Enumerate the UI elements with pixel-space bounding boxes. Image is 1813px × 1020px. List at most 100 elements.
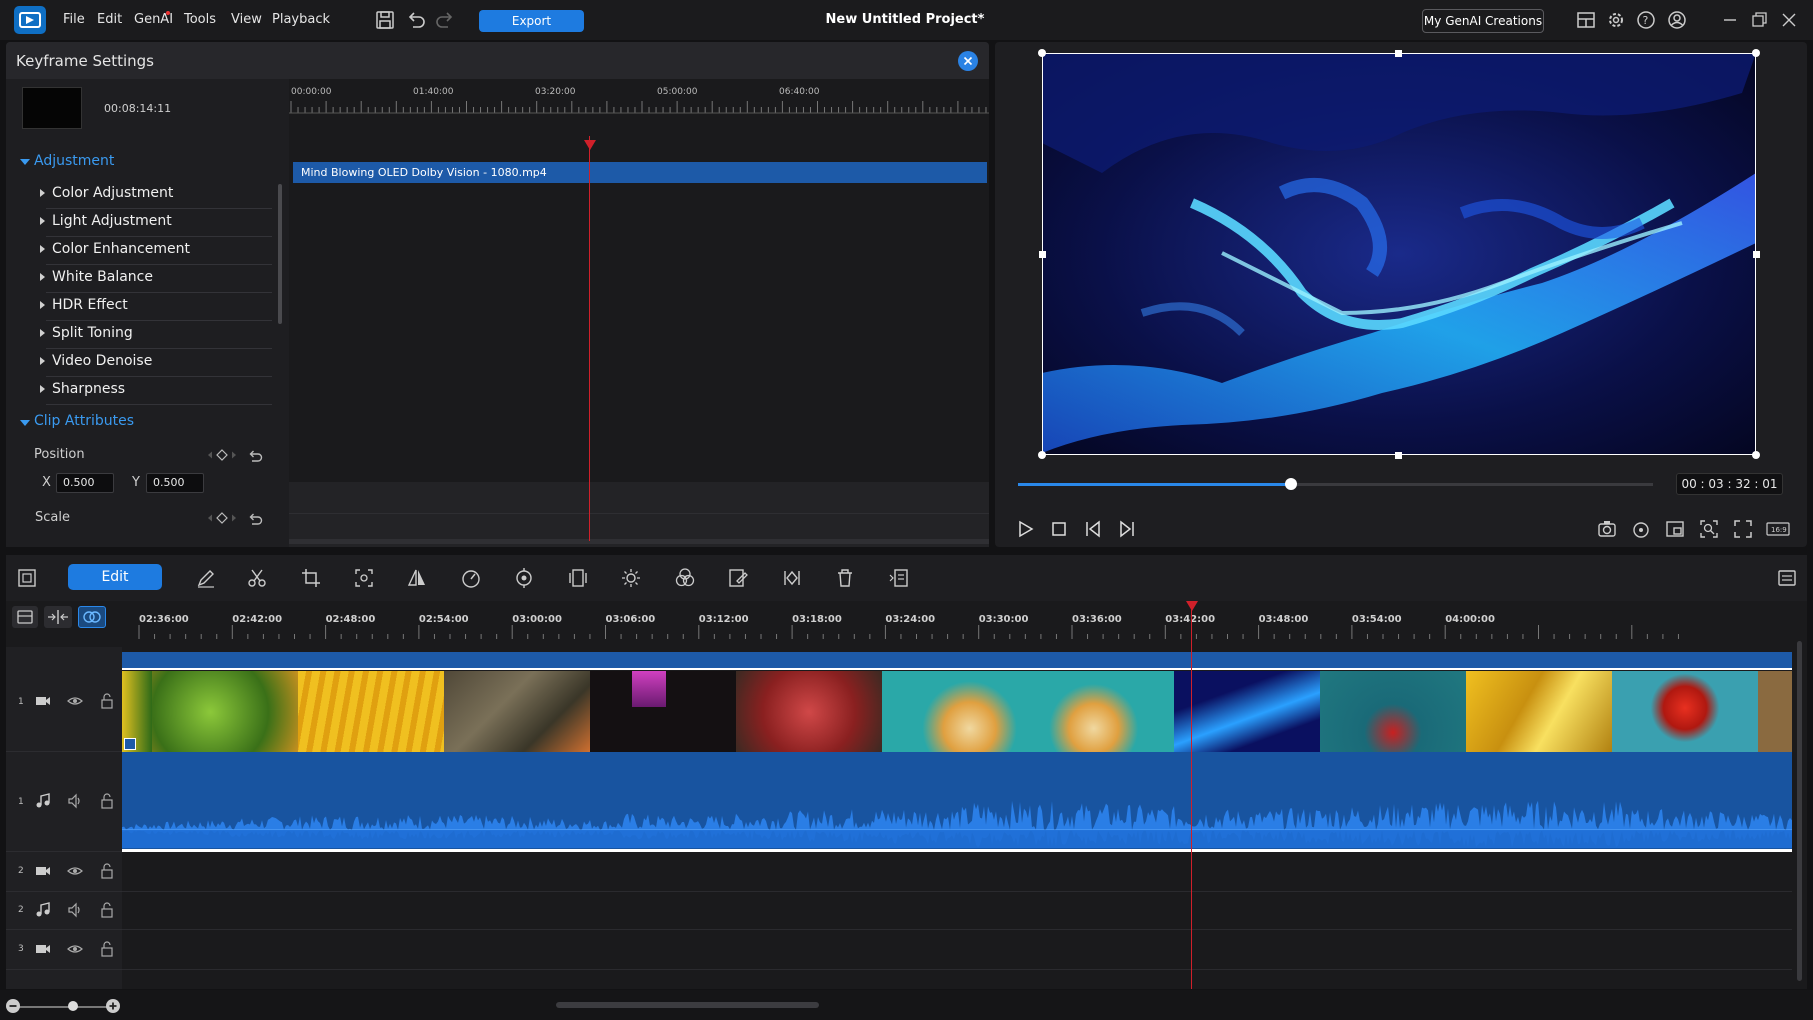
track-lock-icon[interactable] xyxy=(98,792,116,810)
clip-thumbnail[interactable] xyxy=(882,671,1028,753)
transform-bounding-box[interactable] xyxy=(1042,53,1756,455)
keyframe-timeline[interactable]: 00:00:00 01:40:00 03:20:00 05:00:00 06:40:00… xyxy=(289,79,989,547)
seek-knob[interactable] xyxy=(1285,478,1298,490)
keyframe-icon[interactable] xyxy=(781,567,803,589)
ai-crop-icon[interactable] xyxy=(353,567,375,589)
zoom-slider[interactable] xyxy=(14,1006,114,1008)
tool-panel-toggle-icon[interactable] xyxy=(16,567,38,589)
resize-handle-right[interactable] xyxy=(1753,251,1760,258)
keyframe-playhead-marker[interactable] xyxy=(584,140,596,150)
resize-handle-top-left[interactable] xyxy=(1038,49,1046,57)
adj-color-adjustment[interactable]: Color Adjustment xyxy=(40,181,272,209)
clip-thumbnail[interactable] xyxy=(590,671,736,753)
resize-handle-top-right[interactable] xyxy=(1752,49,1760,57)
adj-color-enhancement[interactable]: Color Enhancement xyxy=(40,237,272,265)
timeline-playhead-marker[interactable] xyxy=(1186,601,1198,611)
snapshot-camera-icon[interactable] xyxy=(1596,518,1618,540)
resize-handle-bottom-right[interactable] xyxy=(1752,451,1760,459)
zoom-knob[interactable] xyxy=(68,1001,78,1011)
my-genai-creations-button[interactable]: My GenAI Creations xyxy=(1422,9,1544,33)
display-mode-icon[interactable] xyxy=(1664,518,1686,540)
snap-icon[interactable] xyxy=(44,606,72,628)
play-icon[interactable] xyxy=(1014,518,1036,540)
flip-icon[interactable] xyxy=(406,567,428,589)
restore-icon[interactable] xyxy=(1748,9,1770,31)
minimize-icon[interactable] xyxy=(1719,9,1741,31)
redo-icon[interactable] xyxy=(434,9,456,31)
adjustment-collapse-icon[interactable] xyxy=(20,159,30,165)
resize-handle-top[interactable] xyxy=(1395,50,1402,57)
audio-track-1-clip[interactable] xyxy=(122,752,1792,852)
adj-white-balance[interactable]: White Balance xyxy=(40,265,272,293)
color-circles-icon[interactable] xyxy=(674,567,696,589)
track-mute-speaker-icon[interactable] xyxy=(66,792,84,810)
clip-thumbnail[interactable] xyxy=(298,671,444,753)
adj-video-denoise[interactable]: Video Denoise xyxy=(40,349,272,377)
timeline-h-scrollbar[interactable] xyxy=(556,1002,819,1008)
position-x-field[interactable]: 0.500 xyxy=(56,473,114,493)
clip-thumbnail[interactable] xyxy=(1174,671,1320,753)
scale-keyframe-nav-icon[interactable] xyxy=(204,511,240,525)
motion-tracking-icon[interactable] xyxy=(513,567,535,589)
keyframe-close-icon[interactable] xyxy=(958,51,978,71)
scale-reset-icon[interactable] xyxy=(246,509,264,527)
menu-tools[interactable]: Tools xyxy=(184,12,216,27)
track-visibility-eye-icon[interactable] xyxy=(66,692,84,710)
section-clip-attributes[interactable]: Clip Attributes xyxy=(34,413,134,429)
audio-track-2[interactable] xyxy=(122,892,1792,930)
adj-split-toning[interactable]: Split Toning xyxy=(40,321,272,349)
preview-quality-icon[interactable] xyxy=(1630,518,1652,540)
keyframe-playhead[interactable] xyxy=(589,136,590,541)
position-y-field[interactable]: 0.500 xyxy=(146,473,204,493)
track-mute-speaker-icon[interactable] xyxy=(66,901,84,919)
clip-thumbnail[interactable] xyxy=(1612,671,1758,753)
customize-toolbar-icon[interactable] xyxy=(1776,567,1798,589)
video-clip-header[interactable] xyxy=(122,652,1792,670)
track-lock-icon[interactable] xyxy=(98,901,116,919)
edit-button[interactable]: Edit xyxy=(68,564,162,590)
more-tools-icon[interactable] xyxy=(888,567,910,589)
help-icon[interactable]: ? xyxy=(1635,9,1657,31)
keyframe-h-scrollbar[interactable] xyxy=(289,539,989,544)
timeline-playhead[interactable] xyxy=(1191,601,1192,989)
clip-thumbnail[interactable] xyxy=(152,671,298,753)
clip-thumbnail[interactable] xyxy=(1028,671,1174,753)
resize-handle-bottom[interactable] xyxy=(1395,452,1402,459)
video-track-1[interactable] xyxy=(122,652,1792,753)
zoom-out-icon[interactable] xyxy=(6,999,20,1013)
position-reset-icon[interactable] xyxy=(246,446,264,464)
track-manager-icon[interactable] xyxy=(12,606,38,628)
keyframe-clip-bar[interactable]: Mind Blowing OLED Dolby Vision - 1080.mp… xyxy=(293,162,987,183)
video-track-3[interactable] xyxy=(122,930,1792,970)
clip-thumbnail[interactable] xyxy=(444,671,590,753)
section-adjustment[interactable]: Adjustment xyxy=(34,153,114,169)
track-lock-icon[interactable] xyxy=(98,940,116,958)
settings-gear-icon[interactable] xyxy=(1605,9,1627,31)
speed-gauge-icon[interactable] xyxy=(460,567,482,589)
clip-thumbnail[interactable] xyxy=(736,671,882,753)
clip-thumbnail[interactable] xyxy=(1466,671,1612,753)
stop-icon[interactable] xyxy=(1048,518,1070,540)
previous-frame-icon[interactable] xyxy=(1082,518,1104,540)
track-lock-icon[interactable] xyxy=(98,862,116,880)
stabilizer-icon[interactable] xyxy=(567,567,589,589)
link-audio-video-icon[interactable] xyxy=(78,606,106,628)
menu-file[interactable]: File xyxy=(63,12,85,27)
adj-sharpness[interactable]: Sharpness xyxy=(40,377,272,405)
preview-timecode[interactable]: 00 : 03 : 32 : 01 xyxy=(1676,473,1783,495)
cut-scissors-icon[interactable] xyxy=(246,567,268,589)
adj-hdr-effect[interactable]: HDR Effect xyxy=(40,293,272,321)
resize-handle-bottom-left[interactable] xyxy=(1038,451,1046,459)
next-frame-icon[interactable] xyxy=(1116,518,1138,540)
export-button[interactable]: Export xyxy=(479,10,584,32)
video-track-2[interactable] xyxy=(122,852,1792,892)
menu-edit[interactable]: Edit xyxy=(97,12,122,27)
timeline-v-scrollbar[interactable] xyxy=(1797,641,1802,981)
track-visibility-eye-icon[interactable] xyxy=(66,862,84,880)
adj-light-adjustment[interactable]: Light Adjustment xyxy=(40,209,272,237)
zoom-preview-icon[interactable] xyxy=(1698,518,1720,540)
track-visibility-eye-icon[interactable] xyxy=(66,940,84,958)
edit-audio-icon[interactable] xyxy=(727,567,749,589)
keyframe-ruler[interactable]: 00:00:00 01:40:00 03:20:00 05:00:00 06:40:00 xyxy=(289,79,989,119)
brightness-icon[interactable] xyxy=(620,567,642,589)
